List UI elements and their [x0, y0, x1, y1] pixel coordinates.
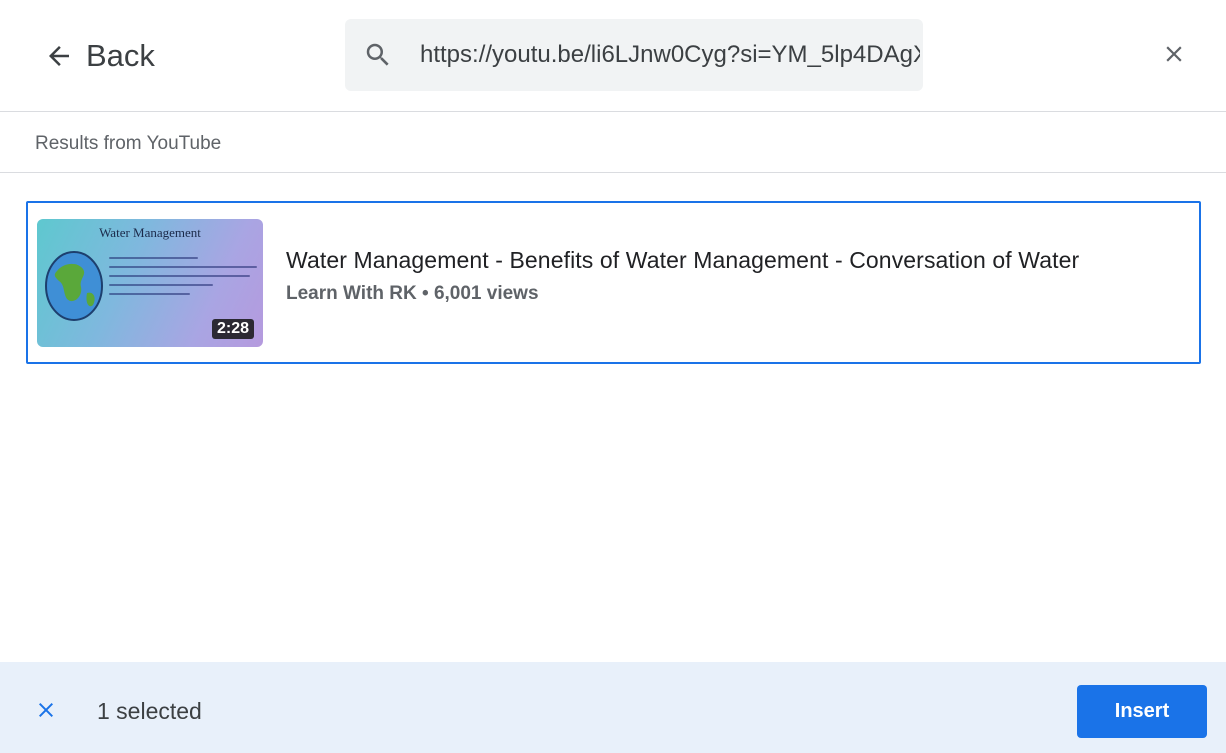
search-icon	[366, 43, 389, 66]
video-meta: Learn With RK • 6,001 views	[286, 283, 539, 305]
search-input[interactable]	[420, 41, 920, 69]
meta-separator: •	[422, 283, 429, 304]
close-icon	[39, 703, 53, 717]
video-views: 6,001 views	[433, 283, 539, 304]
thumbnail-text-lines	[109, 257, 257, 302]
video-duration: 2:28	[211, 319, 254, 339]
selection-footer: 1 selected Insert	[0, 662, 1226, 753]
search-box[interactable]	[345, 19, 923, 91]
close-button[interactable]	[1156, 36, 1192, 72]
video-channel: Learn With RK	[286, 283, 417, 304]
thumbnail-title: Water Management	[99, 225, 201, 240]
picker-header: Back	[0, 0, 1226, 112]
deselect-button[interactable]	[32, 696, 60, 724]
video-thumbnail: Water Management 2:28	[37, 219, 263, 347]
back-button[interactable]: Back	[44, 34, 155, 78]
video-title: Water Management - Benefits of Water Man…	[286, 247, 1080, 273]
results-source-label: Results from YouTube	[35, 133, 222, 154]
arrow-left-icon	[49, 46, 69, 66]
close-icon	[1166, 46, 1182, 62]
insert-button[interactable]: Insert	[1077, 685, 1207, 738]
video-result-item[interactable]: Water Management 2:28 Water Management -…	[26, 201, 1201, 364]
globe-icon	[45, 251, 103, 321]
results-header: Results from YouTube	[0, 113, 1226, 173]
selected-count: 1 selected	[97, 698, 202, 724]
back-label: Back	[86, 38, 155, 73]
